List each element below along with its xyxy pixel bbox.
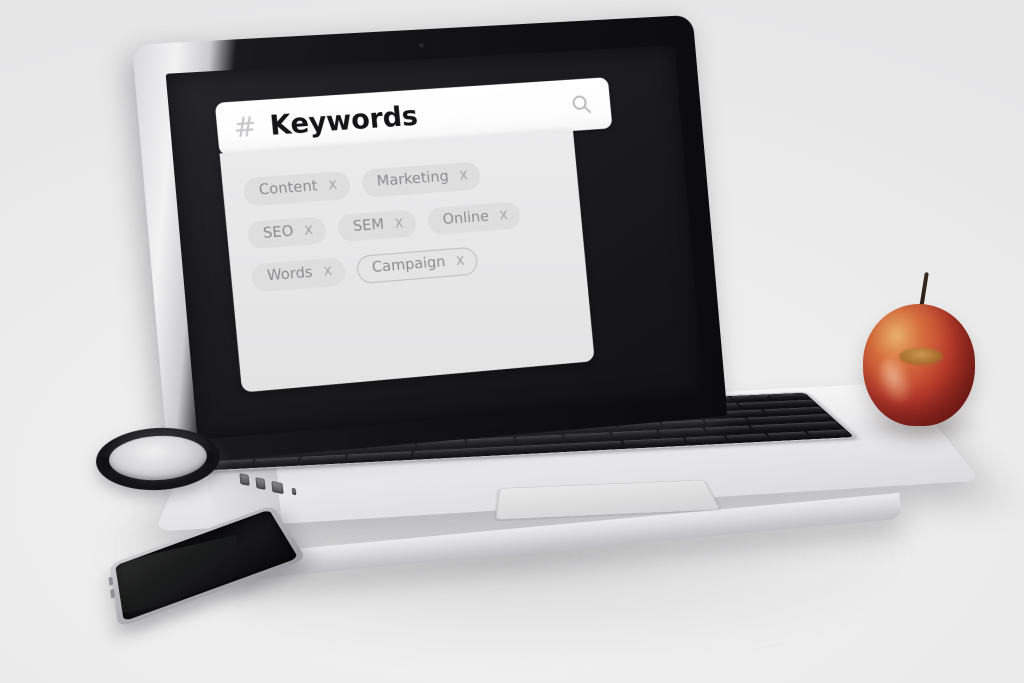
webcam-icon <box>418 42 426 49</box>
tag-remove-icon[interactable]: X <box>459 169 468 183</box>
port-1 <box>239 473 250 486</box>
key-control <box>250 456 300 468</box>
tag-label: Words <box>266 264 314 285</box>
tag-label: Marketing <box>376 168 450 190</box>
key-arrow-left <box>725 433 771 443</box>
tag-words[interactable]: Words X <box>250 256 347 293</box>
tag-campaign[interactable]: Campaign X <box>355 246 479 284</box>
tag-label: SEM <box>352 216 385 235</box>
tag-remove-icon[interactable]: X <box>394 216 404 231</box>
lid-hinge-chin <box>426 415 507 434</box>
tag-online[interactable]: Online X <box>426 200 522 236</box>
tag-row-3: Words X Campaign X <box>250 238 586 293</box>
key-arrow-right <box>806 429 853 439</box>
lens-cap-center <box>107 433 209 483</box>
key-option-right <box>684 435 730 445</box>
laptop-lid: # Keywords Content X Marketing X SEO X S… <box>131 14 728 466</box>
port-3 <box>271 480 284 495</box>
red-apple <box>854 262 984 442</box>
tag-remove-icon[interactable]: X <box>323 264 333 279</box>
tag-remove-icon[interactable]: X <box>456 254 465 269</box>
tag-label: Campaign <box>371 254 447 276</box>
port-4 <box>291 487 297 496</box>
key-command-right <box>622 437 688 449</box>
key-arrow-updown <box>766 431 812 441</box>
tag-remove-icon[interactable]: X <box>328 178 338 193</box>
keyword-tag-panel: Content X Marketing X SEO X SEM X Online… <box>219 128 595 393</box>
tag-remove-icon[interactable]: X <box>304 223 314 238</box>
tag-label: Content <box>258 178 319 199</box>
tag-sem[interactable]: SEM X <box>336 208 418 243</box>
port-2 <box>255 477 266 490</box>
hash-icon: # <box>232 110 259 144</box>
laptop-screen-bezel: # Keywords Content X Marketing X SEO X S… <box>165 42 705 440</box>
tag-label: Online <box>441 208 490 228</box>
tag-row-1: Content X Marketing X <box>242 155 577 207</box>
volume-button-2 <box>110 588 116 599</box>
key-command-left <box>345 451 413 463</box>
search-icon[interactable] <box>569 92 594 117</box>
tag-remove-icon[interactable]: X <box>499 208 508 222</box>
apple-body <box>863 304 975 426</box>
keywords-app: # Keywords Content X Marketing X SEO X S… <box>214 77 613 393</box>
key-option <box>298 454 346 466</box>
tag-label: SEO <box>262 222 295 242</box>
tag-content[interactable]: Content X <box>242 170 352 207</box>
volume-button <box>108 576 114 586</box>
tag-marketing[interactable]: Marketing X <box>360 161 482 198</box>
tag-seo[interactable]: SEO X <box>246 215 328 250</box>
apple-top-dimple <box>899 348 943 365</box>
